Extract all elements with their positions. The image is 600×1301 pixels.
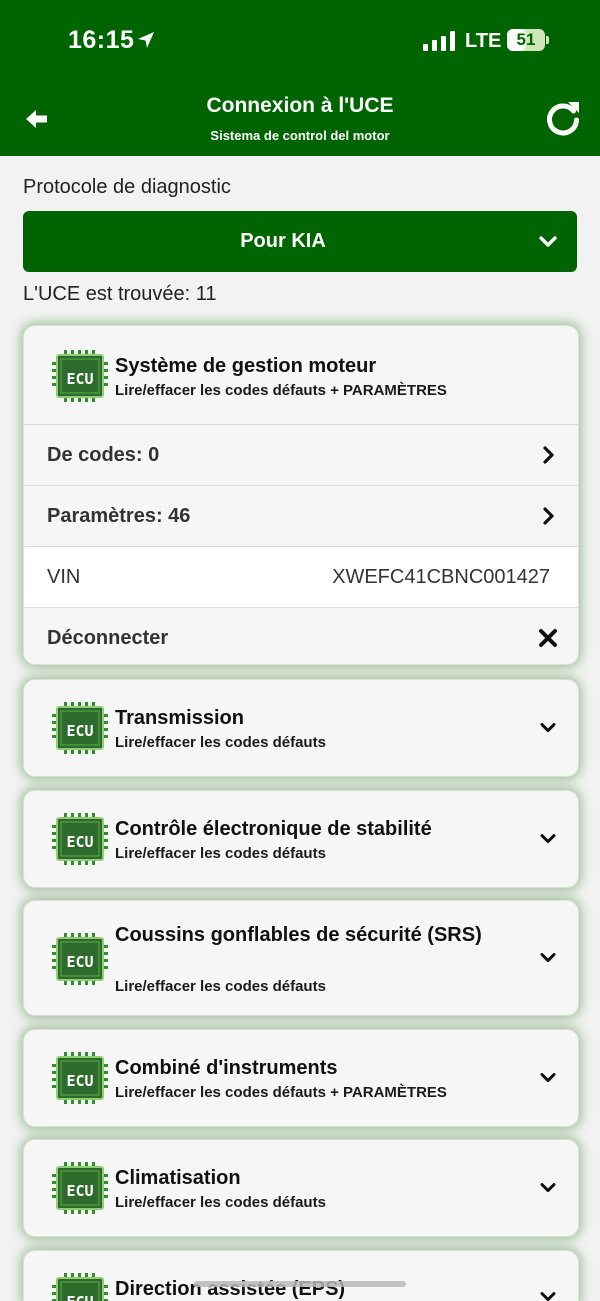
ecu-card-title: Coussins gonflables de sécurité (SRS) bbox=[115, 924, 482, 946]
ecu-card-eps[interactable]: ECU Direction assistée (EPS) bbox=[23, 1250, 579, 1301]
protocol-value: Pour KIA bbox=[240, 230, 326, 252]
chevron-down-icon bbox=[539, 833, 557, 845]
vin-value: XWEFC41CBNC001427 bbox=[332, 566, 550, 588]
ecu-card-title: Contrôle électronique de stabilité bbox=[115, 818, 432, 840]
ecu-card-subtitle: Lire/effacer les codes défauts bbox=[115, 845, 326, 862]
location-arrow-icon bbox=[138, 32, 154, 48]
ecu-card-transmission[interactable]: ECU Transmission Lire/effacer les codes … bbox=[23, 679, 579, 777]
ecu-chip-icon: ECU bbox=[52, 1273, 108, 1301]
chevron-down-icon bbox=[539, 722, 557, 734]
ecu-card-subtitle: Lire/effacer les codes défauts bbox=[115, 734, 326, 751]
battery-tip bbox=[546, 36, 549, 44]
ecu-card-title: Transmission bbox=[115, 707, 244, 729]
ecu-chip-icon: ECU bbox=[52, 1162, 108, 1214]
ecu-chip-icon: ECU bbox=[52, 813, 108, 865]
status-time: 16:15 bbox=[68, 26, 135, 54]
chevron-down-icon bbox=[539, 1182, 557, 1194]
ecu-card-subtitle: Lire/effacer les codes défauts + PARAMÈT… bbox=[115, 1084, 447, 1101]
ecu-card-header[interactable]: ECU Système de gestion moteur Lire/effac… bbox=[24, 326, 578, 424]
chevron-right-icon bbox=[542, 507, 554, 525]
vin-label: VIN bbox=[47, 566, 81, 588]
ecu-count: L'UCE est trouvée: 11 bbox=[23, 283, 217, 305]
ecu-icon-label: ECU bbox=[66, 1182, 93, 1200]
ecu-card-title: Combiné d'instruments bbox=[115, 1057, 338, 1079]
ecu-card-title: Système de gestion moteur bbox=[115, 355, 377, 377]
page-subtitle: Sistema de control del motor bbox=[210, 128, 390, 143]
chevron-right-icon bbox=[542, 446, 554, 464]
disconnect-label: Déconnecter bbox=[47, 627, 169, 649]
ecu-card-title: Climatisation bbox=[115, 1167, 241, 1189]
ecu-card-engine: ECU Système de gestion moteur Lire/effac… bbox=[23, 325, 579, 665]
home-indicator[interactable] bbox=[194, 1281, 406, 1287]
ecu-card-srs[interactable]: ECU Coussins gonflables de sécurité (SRS… bbox=[23, 900, 579, 1016]
ecu-card-subtitle: Lire/effacer les codes défauts bbox=[115, 1194, 326, 1211]
ecu-card-subtitle: Lire/effacer les codes défauts + PARAMÈT… bbox=[115, 382, 447, 399]
chevron-down-icon bbox=[538, 235, 558, 249]
ecu-chip-icon: ECU bbox=[52, 702, 108, 754]
battery-icon: 51 bbox=[507, 29, 545, 51]
ecu-chip-icon: ECU bbox=[52, 933, 108, 985]
parameters-label: Paramètres: 46 bbox=[47, 505, 191, 527]
codes-row[interactable]: De codes: 0 bbox=[24, 424, 578, 485]
close-icon bbox=[539, 629, 557, 647]
protocol-label: Protocole de diagnostic bbox=[23, 176, 231, 198]
parameters-row[interactable]: Paramètres: 46 bbox=[24, 485, 578, 546]
network-type: LTE bbox=[465, 30, 502, 52]
battery-percentage: 51 bbox=[516, 30, 536, 49]
chevron-down-icon bbox=[539, 952, 557, 964]
ecu-card-stability[interactable]: ECU Contrôle électronique de stabilité L… bbox=[23, 790, 579, 888]
refresh-icon[interactable] bbox=[542, 98, 584, 140]
ecu-chip-icon: ECU bbox=[52, 350, 108, 402]
ecu-icon-label: ECU bbox=[66, 833, 93, 851]
ecu-icon-label: ECU bbox=[66, 953, 93, 971]
app-header: 16:15 LTE 51 Connexion à l'UCE Sistema d… bbox=[0, 0, 600, 156]
ecu-card-subtitle: Lire/effacer les codes défauts bbox=[115, 978, 326, 995]
ecu-card-instruments[interactable]: ECU Combiné d'instruments Lire/effacer l… bbox=[23, 1029, 579, 1127]
chevron-down-icon bbox=[539, 1072, 557, 1084]
vin-row: VIN XWEFC41CBNC001427 bbox=[24, 546, 578, 607]
protocol-dropdown[interactable]: Pour KIA bbox=[23, 211, 577, 272]
ecu-icon-label: ECU bbox=[66, 722, 93, 740]
disconnect-row[interactable]: Déconnecter bbox=[24, 607, 578, 664]
ecu-card-climate[interactable]: ECU Climatisation Lire/effacer les codes… bbox=[23, 1139, 579, 1237]
codes-label: De codes: 0 bbox=[47, 444, 160, 466]
ecu-icon-label: ECU bbox=[66, 370, 93, 388]
ecu-icon-label: ECU bbox=[66, 1072, 93, 1090]
ecu-card-title: Direction assistée (EPS) bbox=[115, 1278, 346, 1300]
page-title: Connexion à l'UCE bbox=[206, 94, 394, 117]
ecu-chip-icon: ECU bbox=[52, 1052, 108, 1104]
cellular-signal-icon bbox=[423, 31, 455, 51]
